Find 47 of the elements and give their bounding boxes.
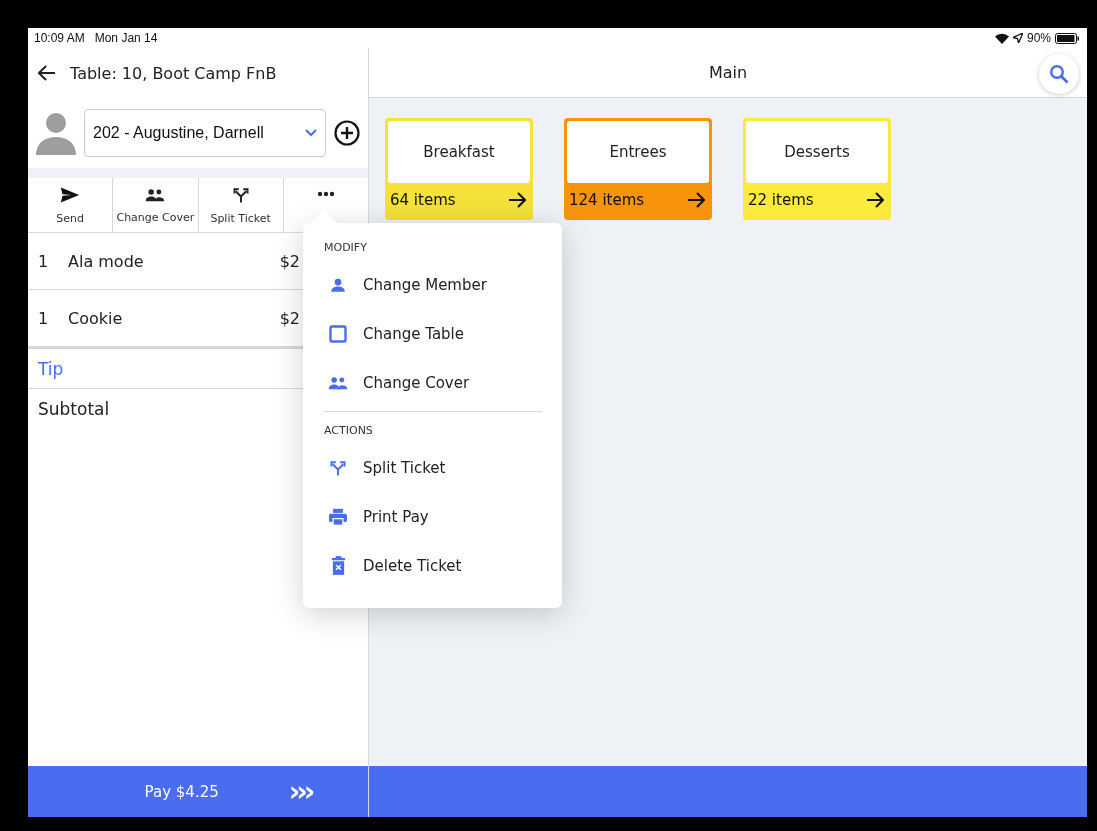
status-date: Mon Jan 14 (94, 31, 158, 45)
item-quantity: 1 (37, 308, 50, 328)
chevron-down-icon (305, 129, 317, 137)
item-price: $2 (279, 251, 301, 271)
arrow-right-icon (866, 192, 884, 208)
category-card[interactable]: Entrees 124 items (564, 118, 712, 220)
item-price: $2 (279, 308, 301, 328)
arrow-right-icon (508, 192, 526, 208)
battery-percent: 90% (1026, 31, 1051, 45)
people-icon (145, 186, 166, 203)
location-icon (1012, 33, 1023, 43)
back-arrow-icon[interactable] (38, 65, 56, 81)
battery-icon (1055, 32, 1079, 44)
avatar-silhouette (36, 111, 76, 155)
pay-button[interactable]: Pay $4.25 ››› (28, 766, 368, 817)
status-time: 10:09 AM (34, 31, 85, 45)
member-select[interactable]: 202 - Augustine, Darnell (84, 109, 326, 157)
menu-section-heading: MODIFY (324, 241, 368, 254)
split-icon (329, 458, 347, 477)
item-name[interactable]: Cookie (68, 308, 280, 328)
wifi-icon (994, 32, 1009, 44)
send-icon (60, 185, 81, 204)
item-quantity: 1 (37, 251, 50, 271)
menu-item[interactable]: Print Pay (323, 492, 542, 541)
add-circle-icon[interactable] (334, 120, 360, 146)
menu-section-heading: ACTIONS (324, 424, 374, 437)
menu-item[interactable]: Delete Ticket (323, 541, 542, 590)
ticket-title: Table: 10, Boot Camp FnB (70, 63, 277, 83)
category-card[interactable]: Breakfast 64 items (385, 118, 533, 220)
split-icon (231, 185, 250, 204)
search-icon (1049, 64, 1069, 84)
menu-item[interactable]: Change Table (323, 309, 542, 358)
search-button[interactable] (1039, 54, 1079, 94)
subtotal-label: Subtotal (38, 399, 110, 419)
tip-link[interactable]: Tip (38, 358, 64, 379)
printer-icon (328, 507, 348, 526)
menu-item[interactable]: Change Cover (323, 358, 542, 407)
square-icon (329, 324, 347, 343)
people-icon (328, 374, 348, 391)
item-name[interactable]: Ala mode (68, 251, 280, 271)
more-icon (316, 191, 335, 197)
category-title: Main (708, 63, 748, 82)
menu-item[interactable]: Change Member (323, 260, 542, 309)
menu-item[interactable]: Split Ticket (323, 443, 542, 492)
trash-icon (330, 556, 346, 575)
arrow-right-icon (687, 192, 705, 208)
category-card[interactable]: Desserts 22 items (743, 118, 891, 220)
